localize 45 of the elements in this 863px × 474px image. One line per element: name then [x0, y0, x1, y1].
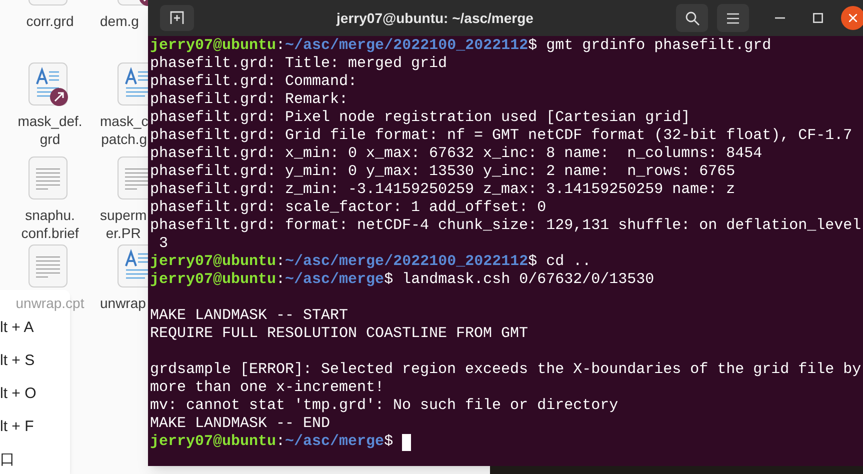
search-button[interactable]	[676, 4, 708, 32]
terminal-line: jerry07@ubuntu:~/asc/merge/2022100_2022112$ gmt grdinfo phasefilt.grd	[150, 37, 772, 55]
terminal-line: jerry07@ubuntu:~/asc/merge$ landmask.csh 0/67632/0/13530	[150, 271, 654, 289]
menu-shortcut[interactable]: lt + A	[0, 318, 70, 337]
file-name[interactable]: corr.grd	[26, 12, 74, 30]
terminal-line: grdsample [ERROR]: Selected region exceeds the X-boundaries of the grid file by	[150, 361, 862, 379]
file-name[interactable]: mask_def. grd	[18, 112, 82, 148]
terminal-line: phasefilt.grd: Title: merged grid	[150, 55, 448, 73]
terminal-line: phasefilt.grd: z_min: -3.14159250259 z_max: 3.14159250259 name: z	[150, 181, 736, 199]
terminal-line: phasefilt.grd: y_min: 0 y_max: 13530 y_inc: 2 name: n_rows: 6765	[150, 163, 736, 181]
terminal-line: 3	[158, 235, 168, 253]
menu-shortcut[interactable]: lt + S	[0, 351, 70, 370]
terminal-line: phasefilt.grd: Grid file format: nf = GMT netCDF format (32-bit float), CF-1.7	[150, 127, 852, 145]
menu-shortcut[interactable]: 口	[0, 450, 70, 469]
terminal-line: REQUIRE FULL RESOLUTION COASTLINE FROM GMT	[150, 325, 528, 343]
file-name[interactable]: superm er.PR	[100, 206, 147, 242]
text-cursor	[402, 434, 412, 450]
new-tab-button[interactable]	[160, 5, 194, 31]
terminal-line: phasefilt.grd: x_min: 0 x_max: 67632 x_inc: 8 name: n_columns: 8454	[150, 145, 762, 163]
close-icon	[849, 14, 857, 22]
menu-shortcut[interactable]: lt + F	[0, 417, 70, 436]
terminal-line: phasefilt.grd: Pixel node registration used [Cartesian grid]	[150, 109, 690, 127]
file-name[interactable]: mask_c patch.g	[100, 112, 148, 148]
file-name[interactable]: unwrap	[100, 294, 146, 312]
terminal-line: jerry07@ubuntu:~/asc/merge/2022100_2022112$ cd ..	[150, 253, 592, 271]
terminal-line: more than one x-increment!	[150, 379, 384, 397]
terminal-line: phasefilt.grd: format: netCDF-4 chunk_size: 129,131 shuffle: on deflation_level	[150, 217, 862, 235]
terminal-line: MAKE LANDMASK -- END	[150, 415, 330, 433]
file-name[interactable]: dem.g	[100, 12, 139, 30]
terminal-line: phasefilt.grd: scale_factor: 1 add_offset: 0	[150, 199, 546, 217]
file-name[interactable]: snaphu. conf.brief	[21, 206, 79, 242]
terminal-line: MAKE LANDMASK -- START	[150, 307, 348, 325]
menu-icon	[727, 12, 739, 24]
maximize-icon	[813, 13, 823, 23]
menu-button[interactable]	[717, 4, 749, 32]
terminal-line: jerry07@ubuntu:~/asc/merge$	[150, 433, 394, 451]
minimize-icon	[775, 17, 785, 19]
close-button[interactable]	[841, 6, 863, 30]
terminal-line: phasefilt.grd: Remark:	[150, 91, 348, 109]
terminal-line: phasefilt.grd: Command:	[150, 73, 358, 91]
new-tab-icon	[170, 11, 184, 25]
terminal-line: mv: cannot stat 'tmp.grd': No such file or directory	[150, 397, 618, 415]
window-title: jerry07@ubuntu: ~/asc/merge	[336, 8, 534, 28]
search-icon	[684, 10, 700, 26]
menu-shortcut[interactable]: lt + O	[0, 384, 70, 403]
